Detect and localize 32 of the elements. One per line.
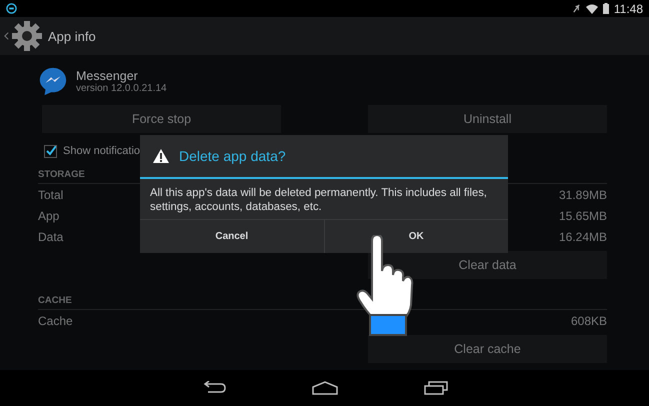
cache-label: Cache [38,314,73,328]
screen-title: App info [48,28,96,44]
app-name: Messenger [76,68,139,82]
cache-value: 608KB [570,314,607,328]
back-icon[interactable] [202,381,226,395]
section-header: STORAGE [38,169,85,180]
section-header: CACHE [38,295,72,306]
storage-value: 15.65MB [558,208,607,222]
checkbox-label: Show notificatio [63,145,140,157]
checkbox[interactable] [44,144,57,158]
notification-icon [6,3,17,14]
action-button[interactable]: Uninstall [368,105,607,133]
messenger-app-icon [38,66,68,96]
storage-value: 16.24MB [558,230,607,244]
battery-icon [602,3,609,14]
home-icon[interactable] [312,381,338,395]
warning-icon [153,149,169,163]
dialog-title: Delete app data? [179,148,286,164]
clear-cache-button[interactable]: Clear cache [368,335,607,363]
storage-label: App [38,208,60,222]
wifi-icon [586,4,598,14]
dialog-button[interactable]: Cancel [140,220,324,253]
storage-value: 31.89MB [558,188,607,202]
recent-apps-icon[interactable] [424,381,448,395]
storage-label: Total [38,188,64,202]
back-caret-icon[interactable] [4,31,9,41]
dialog-message: All this app's data will be deleted permanently. This includes all files, settings, accounts, databases, etc. [150,187,487,213]
clock: 11:48 [614,2,643,16]
action-button[interactable]: Force stop [42,105,281,133]
gear-icon[interactable] [11,20,43,52]
storage-label: Data [38,230,64,244]
app-version: version 12.0.0.21.14 [76,82,167,94]
